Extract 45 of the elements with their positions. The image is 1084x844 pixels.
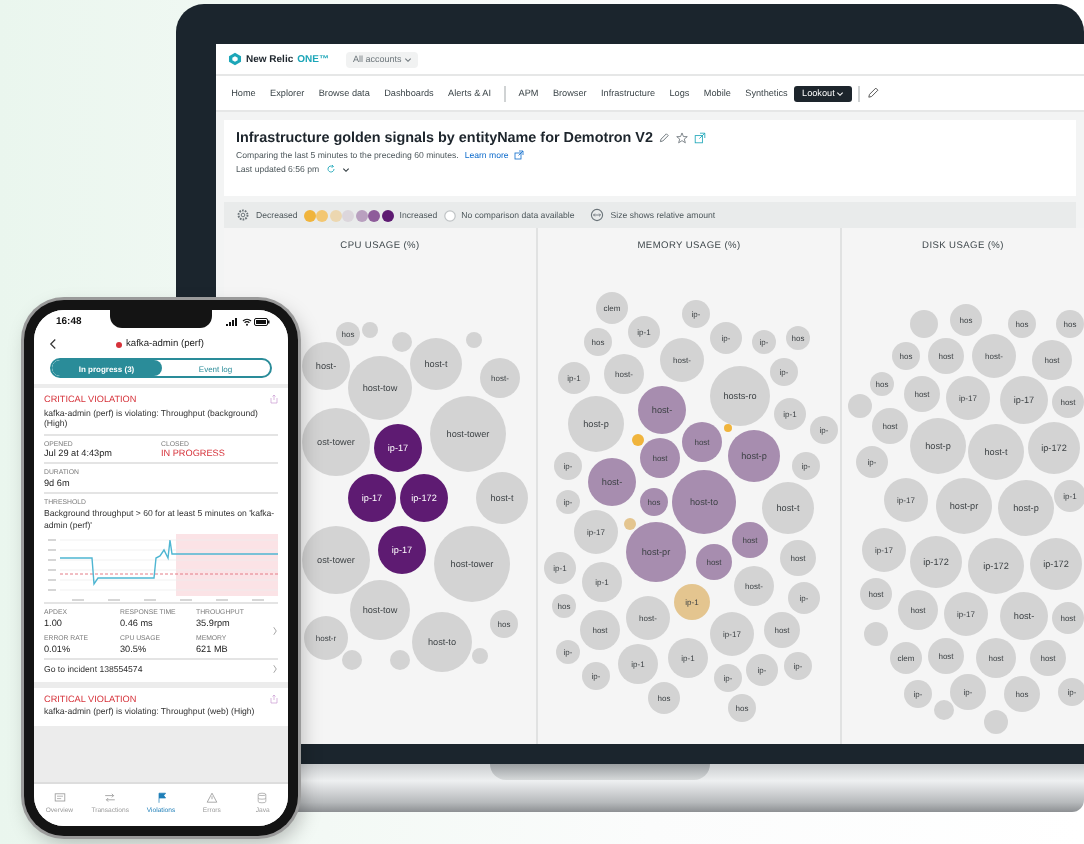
size-icon [590, 208, 605, 222]
external-link-icon[interactable] [514, 150, 525, 160]
pencil-icon[interactable] [865, 86, 880, 100]
bubble[interactable] [400, 474, 448, 522]
chevron-icon[interactable] [272, 663, 278, 674]
share-icon[interactable] [270, 394, 278, 404]
bubble[interactable] [378, 526, 426, 574]
phone-notch [110, 310, 212, 328]
bubble[interactable] [696, 544, 732, 580]
star-icon[interactable] [676, 131, 689, 143]
bubble[interactable] [374, 424, 422, 472]
settings-icon[interactable] [236, 208, 250, 222]
signal-icon [226, 318, 238, 326]
bubble[interactable] [728, 430, 780, 482]
arrows-icon [104, 791, 117, 803]
logo-icon [228, 52, 242, 66]
battery-icon [254, 318, 270, 326]
share-icon[interactable] [694, 131, 707, 143]
bubble[interactable] [638, 386, 686, 434]
refresh-icon[interactable] [325, 164, 336, 174]
back-icon[interactable] [48, 338, 58, 350]
bubble[interactable] [336, 322, 360, 346]
bubble[interactable] [870, 372, 894, 396]
empty-circle-icon [443, 209, 456, 221]
cylinder-icon [256, 791, 269, 803]
caret-icon [836, 89, 845, 97]
status-dot-icon [116, 341, 123, 347]
flag-icon [155, 791, 168, 803]
chevron-icon[interactable] [272, 626, 278, 636]
warning-icon [205, 791, 218, 803]
bubble[interactable] [890, 642, 922, 674]
pencil-icon[interactable] [658, 131, 671, 143]
overview-icon [53, 791, 66, 803]
caret-icon[interactable] [341, 165, 350, 173]
bubble[interactable] [596, 292, 628, 324]
caret-icon [403, 55, 412, 63]
bubble[interactable] [732, 522, 768, 558]
bubble[interactable] [588, 458, 636, 506]
bubble[interactable] [348, 474, 396, 522]
bubble[interactable] [626, 522, 686, 582]
share-icon[interactable] [270, 693, 278, 704]
bubble[interactable] [786, 326, 810, 350]
bubble[interactable] [552, 594, 576, 618]
bubble[interactable] [640, 488, 668, 516]
wifi-icon [241, 318, 251, 326]
